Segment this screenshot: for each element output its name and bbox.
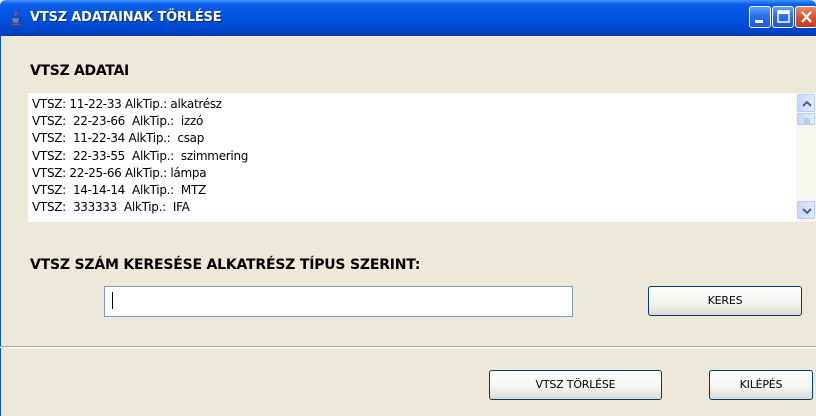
scroll-thumb[interactable]: [797, 113, 815, 125]
list-item[interactable]: VTSZ: 11-22-33 AlkTip.: alkatrész: [32, 96, 248, 113]
exit-button[interactable]: KILÉPÉS: [709, 370, 813, 400]
maximize-icon: [777, 10, 790, 23]
delete-vtsz-button[interactable]: VTSZ TÖRLÉSE: [489, 370, 662, 400]
chevron-up-icon: [802, 100, 812, 107]
close-icon: [801, 11, 812, 23]
title-bar[interactable]: VTSZ ADATAINAK TÖRLÉSE: [0, 0, 816, 36]
search-label: VTSZ SZÁM KERESÉSE ALKATRÉSZ TÍPUS SZERI…: [30, 257, 421, 273]
list-item[interactable]: VTSZ: 22-25-66 AlkTip.: lámpa: [32, 165, 248, 182]
search-input[interactable]: [104, 286, 573, 317]
window-title: VTSZ ADATAINAK TÖRLÉSE: [30, 10, 222, 25]
list-item[interactable]: VTSZ: 333333 AlkTip.: IFA: [32, 199, 248, 216]
vtsz-list[interactable]: VTSZ: 11-22-33 AlkTip.: alkatrész VTSZ: …: [28, 93, 816, 222]
chevron-down-icon: [802, 208, 812, 215]
list-scrollbar[interactable]: [796, 93, 816, 222]
search-button[interactable]: KERES: [648, 286, 802, 316]
app-icon: [8, 10, 23, 26]
minimize-icon: [755, 20, 763, 23]
list-item[interactable]: VTSZ: 22-23-66 AlkTip.: izzó: [32, 113, 248, 130]
maximize-button[interactable]: [772, 6, 794, 28]
text-caret: [112, 292, 113, 309]
scroll-down-button[interactable]: [797, 201, 815, 219]
separator: [0, 346, 816, 348]
close-button[interactable]: [795, 6, 816, 28]
window-border: [0, 36, 1, 416]
list-item[interactable]: VTSZ: 14-14-14 AlkTip.: MTZ: [32, 182, 248, 199]
scroll-up-button[interactable]: [797, 94, 815, 112]
list-section-label: VTSZ ADATAI: [30, 63, 129, 79]
list-item[interactable]: VTSZ: 11-22-34 AlkTip.: csap: [32, 130, 248, 147]
minimize-button[interactable]: [749, 6, 771, 28]
list-item[interactable]: VTSZ: 22-33-55 AlkTip.: szimmering: [32, 148, 248, 165]
